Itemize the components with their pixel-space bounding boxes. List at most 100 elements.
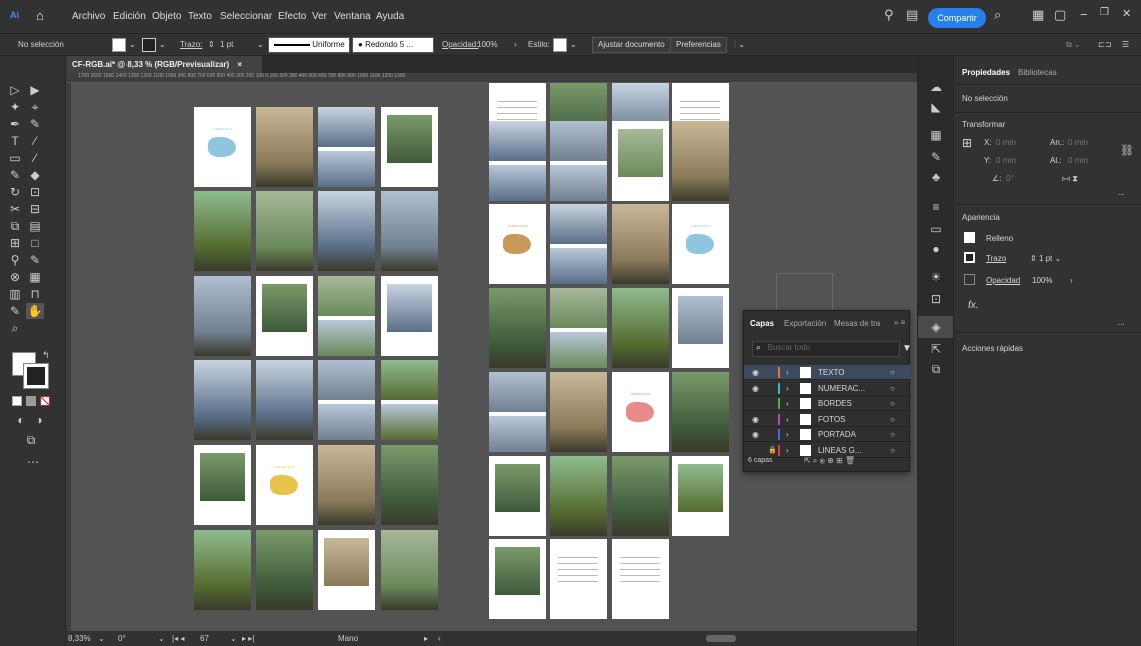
- artboard-page[interactable]: [612, 204, 669, 284]
- align-icon[interactable]: ⫶ ⌄: [734, 40, 745, 50]
- artboard-page[interactable]: [381, 530, 438, 610]
- y-input[interactable]: 0 mm: [996, 156, 1016, 165]
- artboard-page[interactable]: [672, 456, 729, 536]
- pen-tool-icon[interactable]: ✒: [6, 116, 24, 132]
- fill-swatch[interactable]: [112, 38, 126, 52]
- magic-wand-tool-icon[interactable]: ✦: [6, 99, 24, 115]
- expand-chevron-icon[interactable]: ›: [786, 365, 789, 380]
- layer-search-input[interactable]: ⌕ Buscar todo: [752, 341, 900, 357]
- artboard-page[interactable]: [381, 107, 438, 187]
- tab-layers[interactable]: Capas: [750, 319, 774, 328]
- status-arrow-icon[interactable]: ▸: [424, 631, 428, 646]
- target-icon[interactable]: ○: [890, 365, 895, 380]
- rotation-dropdown-icon[interactable]: ⌄: [158, 631, 165, 646]
- opacity-icon[interactable]: [964, 274, 975, 285]
- libraries-icon[interactable]: ☁: [918, 76, 954, 98]
- stroke-panel-icon[interactable]: ≡: [918, 196, 954, 218]
- artboard-page[interactable]: [256, 107, 313, 187]
- stroke-weight-value[interactable]: 1 pt: [220, 40, 233, 49]
- artboard-page[interactable]: [612, 456, 669, 536]
- symbol-sprayer-tool-icon[interactable]: ▦: [26, 269, 44, 285]
- stroke-color-box[interactable]: [23, 363, 49, 389]
- stroke-dropdown-icon[interactable]: ⌄: [159, 40, 166, 49]
- layer-row[interactable]: ◉ › PORTADA ○: [744, 427, 911, 442]
- menu-efecto[interactable]: Efecto: [278, 11, 306, 22]
- next-artboard-icon[interactable]: ▸ ▸|: [242, 631, 254, 646]
- x-input[interactable]: 0 mm: [996, 138, 1016, 147]
- artboard-page[interactable]: [318, 276, 375, 356]
- tab-export[interactable]: Exportación: [784, 319, 826, 328]
- artboard-page[interactable]: [318, 445, 375, 525]
- tab-properties[interactable]: Propiedades: [962, 68, 1010, 77]
- layer-row[interactable]: ◉ › NUMERAC... ○: [744, 381, 911, 396]
- layer-row[interactable]: ◉ › FOTOS ○: [744, 412, 911, 427]
- opacity-arrow-icon[interactable]: ›: [514, 40, 517, 49]
- menu-objeto[interactable]: Objeto: [152, 11, 181, 22]
- artboard-page[interactable]: [612, 121, 669, 201]
- artboard-page[interactable]: [672, 372, 729, 452]
- layer-name[interactable]: NUMERAC...: [818, 381, 865, 396]
- fit-document-button[interactable]: Ajustar documento: [592, 37, 671, 53]
- graphic-styles-icon[interactable]: ⊡: [918, 288, 954, 310]
- artboard-page[interactable]: [256, 530, 313, 610]
- eyedropper-tool-icon[interactable]: ✎: [26, 252, 44, 268]
- artboard-page[interactable]: [672, 288, 729, 368]
- hand-tool-icon[interactable]: ✋: [26, 303, 44, 319]
- screen-mode-icon[interactable]: ▢: [1054, 7, 1066, 23]
- fill-swatch-panel[interactable]: [964, 232, 975, 243]
- expand-chevron-icon[interactable]: ›: [786, 443, 789, 458]
- opacity-panel-value[interactable]: 100%: [1032, 276, 1052, 285]
- minimize-icon[interactable]: −: [1080, 7, 1088, 22]
- artboard-page[interactable]: [612, 539, 669, 619]
- pencil-tool-icon[interactable]: ◆: [26, 167, 44, 183]
- expand-chevron-icon[interactable]: ›: [786, 427, 789, 442]
- layer-row[interactable]: ◉ › TEXTO ○: [744, 365, 911, 380]
- opacity-panel-arrow-icon[interactable]: ›: [1070, 276, 1073, 285]
- lasso-tool-icon[interactable]: ⌖: [26, 99, 44, 115]
- column-graph-tool-icon[interactable]: ▥: [6, 286, 24, 302]
- artboard-page[interactable]: CUENCA ALTA: [612, 372, 669, 452]
- artboard-page[interactable]: CUENCA ALTA: [256, 445, 313, 525]
- line-tool-icon[interactable]: ⁄: [26, 133, 44, 149]
- filter-icon[interactable]: ▼: [902, 343, 912, 354]
- mesh-tool-icon[interactable]: □: [26, 235, 44, 251]
- color-mode-icon[interactable]: [12, 396, 22, 406]
- artboard-page[interactable]: [550, 204, 607, 284]
- blend-tool-icon[interactable]: ⊗: [6, 269, 24, 285]
- transform-more-icon[interactable]: ...: [1118, 188, 1125, 197]
- opacity-value[interactable]: 100%: [477, 40, 497, 49]
- artboard-page[interactable]: [194, 445, 251, 525]
- isolate-icon[interactable]: ⊏⊐: [1098, 40, 1111, 49]
- close-icon[interactable]: ✕: [1122, 7, 1131, 20]
- stroke-profile-select[interactable]: Uniforme: [268, 37, 350, 53]
- home-icon[interactable]: ⌂: [36, 8, 44, 23]
- menu-ver[interactable]: Ver: [312, 11, 327, 22]
- shaper-tool-icon[interactable]: ✎: [6, 167, 24, 183]
- constrain-proportions-icon[interactable]: ⛓: [1120, 144, 1134, 157]
- slice-tool-icon[interactable]: ✎: [6, 303, 24, 319]
- artboard-page[interactable]: [194, 360, 251, 440]
- selection-tool-icon[interactable]: ▷: [6, 82, 24, 98]
- shape-builder-tool-icon[interactable]: ▤: [26, 218, 44, 234]
- stroke-weight-dropdown-icon[interactable]: ⌄: [257, 40, 264, 49]
- target-icon[interactable]: ○: [890, 427, 895, 442]
- zoom-dropdown-icon[interactable]: ⌄: [98, 631, 105, 646]
- free-transform-tool-icon[interactable]: ⧉: [6, 218, 24, 234]
- artboard-page[interactable]: [194, 191, 251, 271]
- stroke-weight-panel[interactable]: ⇕ 1 pt ⌄: [1030, 254, 1061, 263]
- gradient-panel-icon[interactable]: ▭: [918, 218, 954, 240]
- artboard-page[interactable]: [381, 445, 438, 525]
- more-tools-icon[interactable]: ⋯: [24, 454, 42, 470]
- artboard-page[interactable]: [612, 288, 669, 368]
- export-icon[interactable]: ⇱: [918, 338, 954, 360]
- angle-input[interactable]: 0°: [1006, 174, 1014, 183]
- artboard-page[interactable]: [550, 121, 607, 201]
- expand-chevron-icon[interactable]: ›: [786, 381, 789, 396]
- target-icon[interactable]: ○: [890, 381, 895, 396]
- current-tool-name[interactable]: Mano: [338, 631, 358, 646]
- visibility-eye-icon[interactable]: ◉: [752, 365, 759, 380]
- search-icon[interactable]: ⌕: [994, 7, 1001, 23]
- layer-name[interactable]: PORTADA: [818, 427, 856, 442]
- first-artboard-icon[interactable]: |◂ ◂: [172, 631, 184, 646]
- artboard-page[interactable]: [550, 456, 607, 536]
